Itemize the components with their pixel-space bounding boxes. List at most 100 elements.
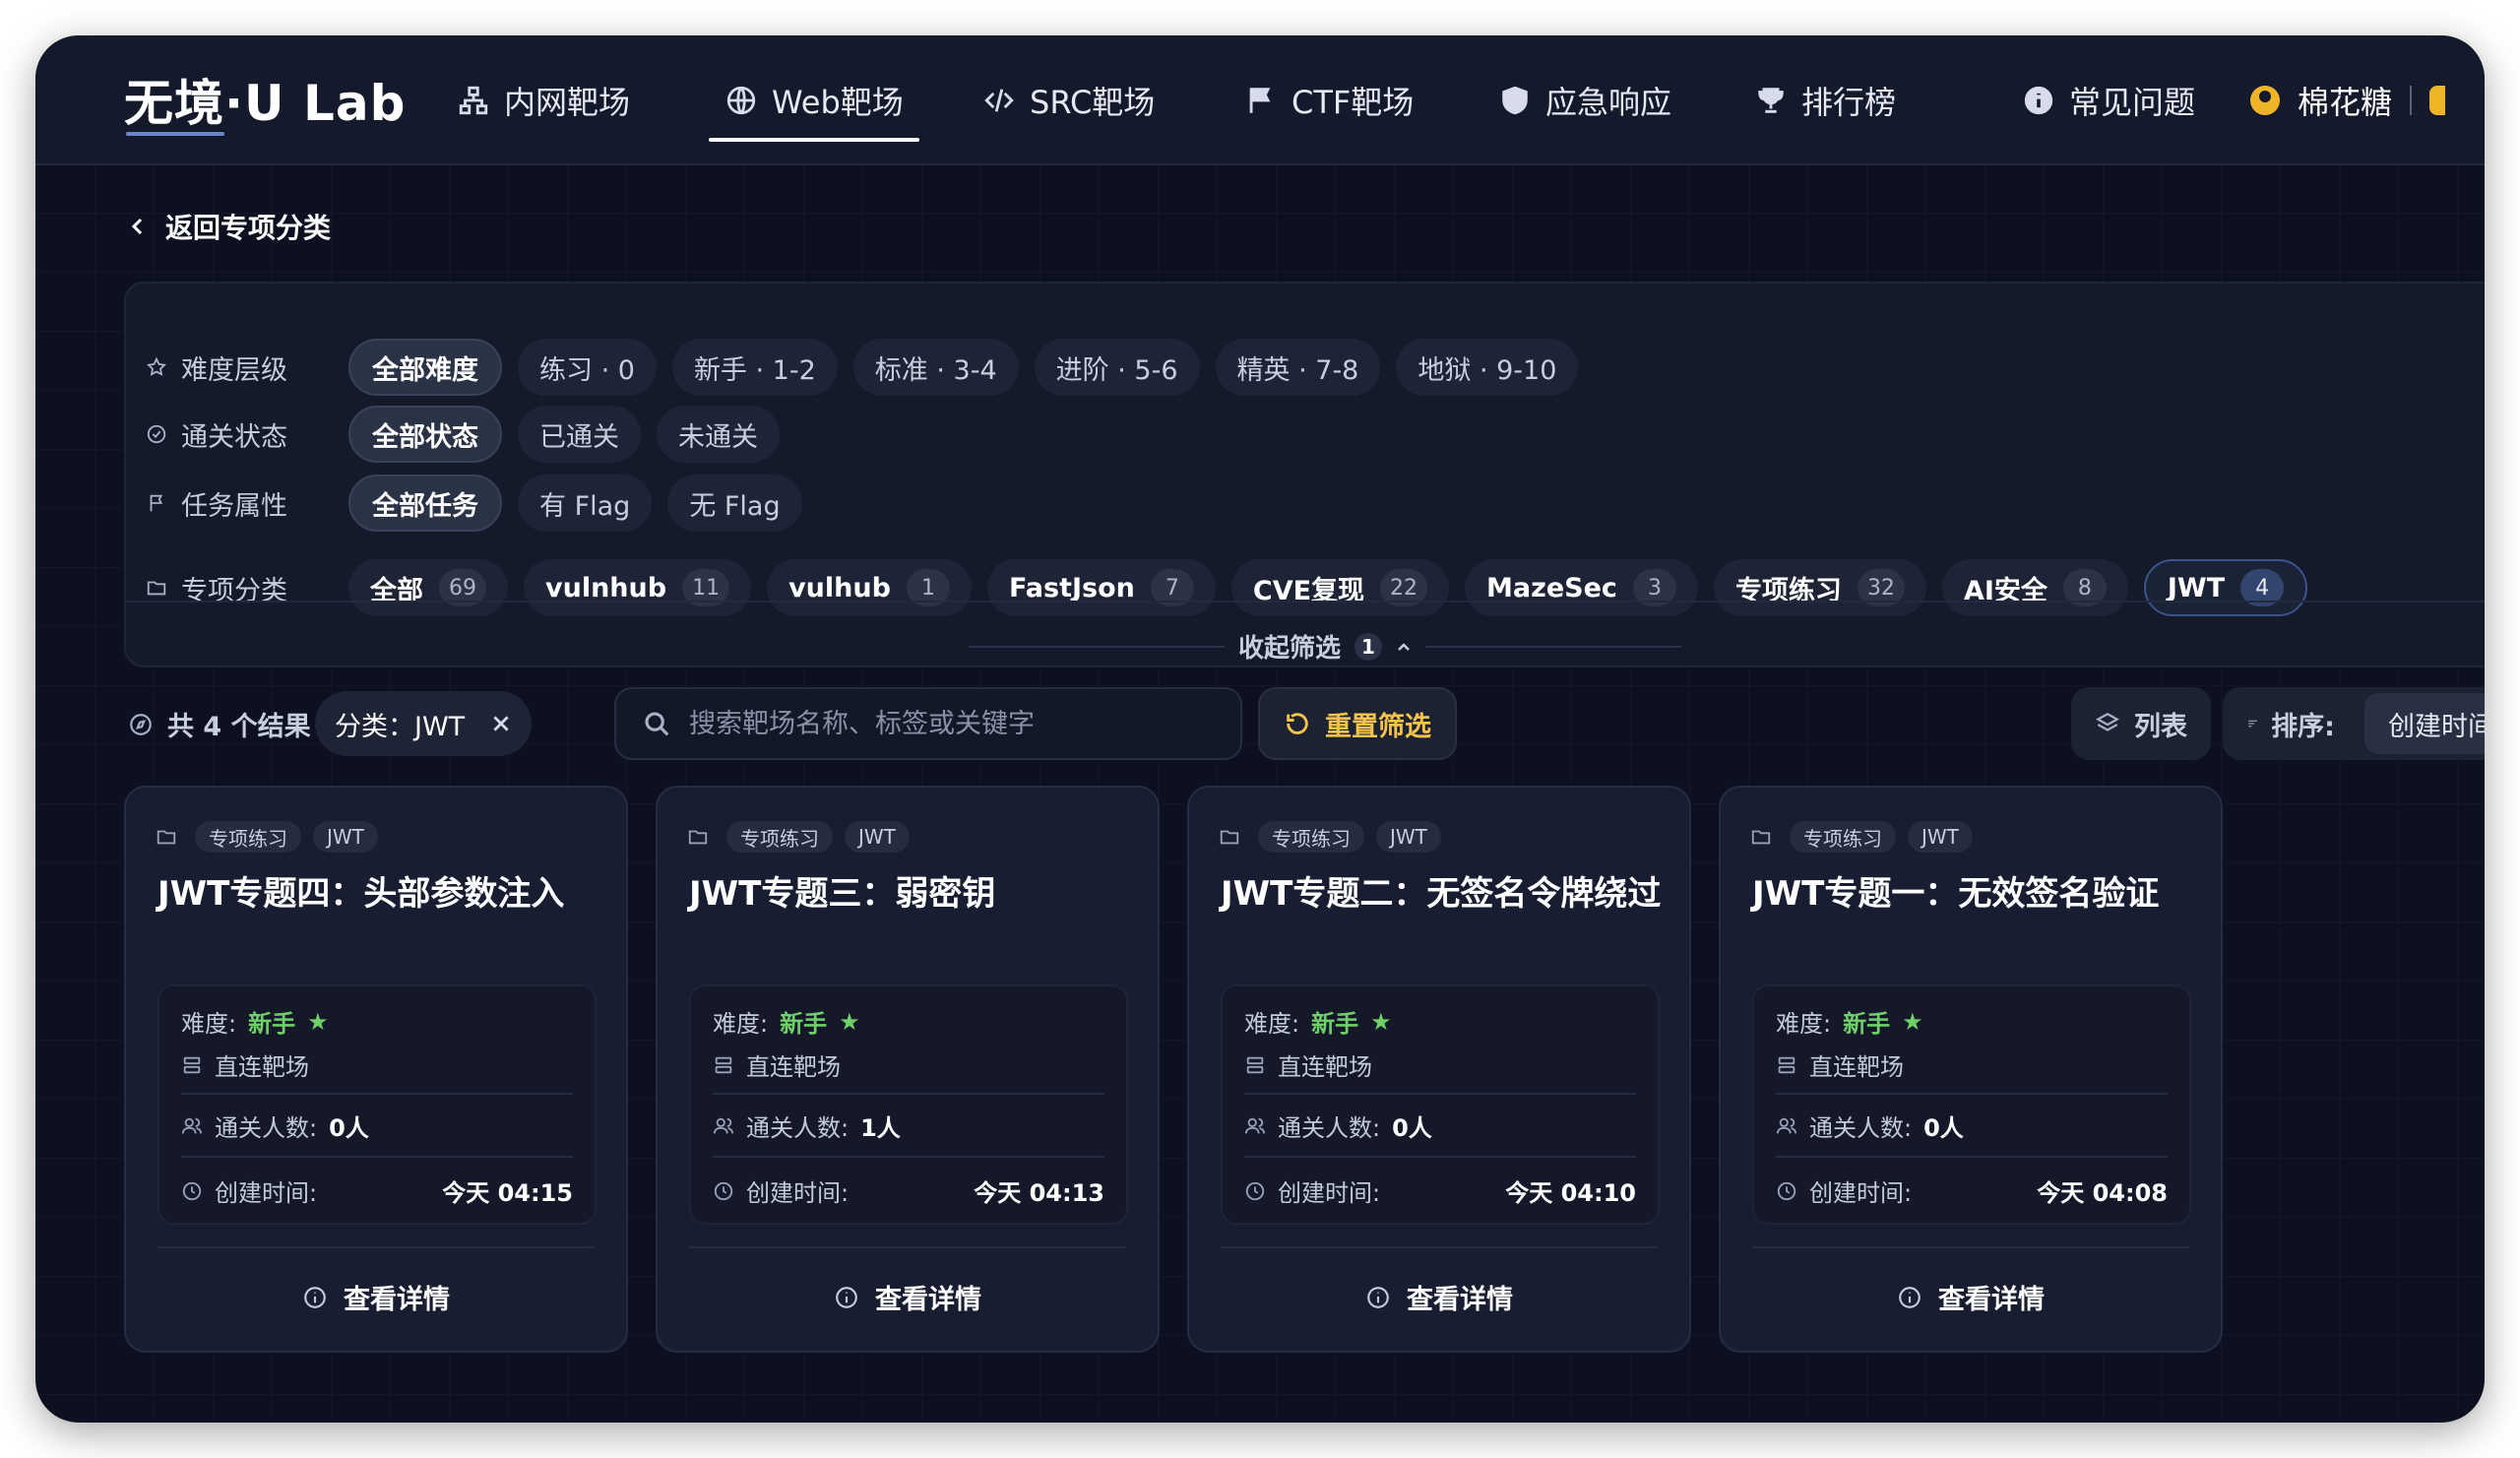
view-toggle-button[interactable]: 列表 xyxy=(2071,687,2211,760)
close-icon[interactable] xyxy=(490,713,512,734)
card-title[interactable]: JWT专题二：无签名令牌绕过 xyxy=(1221,866,1661,915)
sort-select[interactable]: 创建时间 xyxy=(2364,693,2485,754)
created-label: 创建时间: xyxy=(1278,1179,1381,1207)
divider xyxy=(689,1246,1126,1248)
server-icon xyxy=(1246,1056,1264,1073)
user-menu[interactable]: 棉花糖 xyxy=(2249,65,2445,136)
detail-label: 查看详情 xyxy=(344,1285,450,1315)
divider xyxy=(1221,1246,1658,1248)
difficulty-value: 新手 xyxy=(780,1010,828,1038)
solvers-row: 通关人数: 0人 xyxy=(1244,1109,1636,1143)
chip-status-passed[interactable]: 已通关 xyxy=(518,406,641,463)
chip-category-all[interactable]: 全部 69 xyxy=(348,559,508,616)
half-star-icon: ★ xyxy=(307,1007,329,1036)
filter-row-difficulty: 难度层级 全部难度 练习 · 0 新手 · 1-2 标准 · 3-4 进阶 · … xyxy=(146,339,1579,396)
globe-icon xyxy=(726,86,756,115)
chip-difficulty-novice[interactable]: 新手 · 1-2 xyxy=(671,339,838,396)
collapse-filters-button[interactable]: 收起筛选 1 xyxy=(126,628,2485,665)
reset-filters-button[interactable]: 重置筛选 xyxy=(1258,687,1457,760)
chip-category-vulnhub[interactable]: vulnhub 11 xyxy=(524,559,752,616)
search-input[interactable] xyxy=(689,708,1215,739)
nav-item-src[interactable]: SRC靶场 xyxy=(982,65,1155,136)
chip-category-special-practice[interactable]: 专项练习 32 xyxy=(1713,559,1926,616)
folder-icon xyxy=(147,581,166,596)
divider xyxy=(1425,645,1681,648)
view-details-button[interactable]: 查看详情 xyxy=(1189,1278,1689,1316)
flag-icon xyxy=(1249,88,1271,113)
chip-difficulty-advanced[interactable]: 进阶 · 5-6 xyxy=(1034,339,1200,396)
chip-difficulty-all[interactable]: 全部难度 xyxy=(348,339,502,396)
range-card[interactable]: 专项练习 JWT JWT专题四：头部参数注入 难度: 新手 ★ 直连靶场 通关人… xyxy=(124,786,628,1353)
chip-category-ai-security[interactable]: AI安全 8 xyxy=(1941,559,2128,616)
solvers-value: 1人 xyxy=(860,1114,901,1142)
created-row: 创建时间: 今天 04:10 xyxy=(1244,1173,1636,1208)
solvers-value: 0人 xyxy=(329,1114,369,1142)
nav-item-incident-response[interactable]: 应急响应 xyxy=(1498,65,1671,136)
card-tag: 专项练习 xyxy=(1790,821,1896,853)
sort-control: 排序: 创建时间 xyxy=(2223,687,2485,760)
nav-item-intranet[interactable]: 内网靶场 xyxy=(457,65,630,136)
view-details-button[interactable]: 查看详情 xyxy=(1721,1278,2221,1316)
solvers-row: 通关人数: 0人 xyxy=(1776,1109,2168,1143)
layers-icon xyxy=(2096,713,2119,731)
range-card[interactable]: 专项练习 JWT JWT专题二：无签名令牌绕过 难度: 新手 ★ 直连靶场 通关… xyxy=(1187,786,1691,1353)
chip-difficulty-elite[interactable]: 精英 · 7-8 xyxy=(1215,339,1381,396)
info-icon xyxy=(836,1286,857,1308)
chip-status-not-passed[interactable]: 未通关 xyxy=(657,406,780,463)
chevron-left-icon xyxy=(131,218,143,235)
solvers-row: 通关人数: 1人 xyxy=(713,1109,1104,1143)
sort-icon xyxy=(2248,720,2257,728)
card-title[interactable]: JWT专题四：头部参数注入 xyxy=(158,866,564,915)
difficulty-value: 新手 xyxy=(248,1010,296,1038)
chip-attribute-has-flag[interactable]: 有 Flag xyxy=(518,475,653,532)
chip-difficulty-standard[interactable]: 标准 · 3-4 xyxy=(852,339,1019,396)
detail-label: 查看详情 xyxy=(875,1285,981,1315)
network-icon xyxy=(459,86,488,115)
check-circle-icon xyxy=(147,424,166,444)
type-row: 直连靶场 xyxy=(1244,1047,1636,1082)
range-card[interactable]: 专项练习 JWT JWT专题三：弱密钥 难度: 新手 ★ 直连靶场 通关人数: … xyxy=(656,786,1160,1353)
filter-label: 通关状态 xyxy=(146,415,348,454)
card-title[interactable]: JWT专题三：弱密钥 xyxy=(689,866,995,915)
user-avatar-icon xyxy=(2249,86,2280,115)
view-details-button[interactable]: 查看详情 xyxy=(658,1278,1158,1316)
chip-label: JWT xyxy=(2167,572,2226,603)
difficulty-row: 难度: 新手 ★ xyxy=(1776,1004,2168,1039)
divider xyxy=(713,1093,1104,1095)
half-star-icon: ★ xyxy=(1902,1007,1923,1036)
chip-difficulty-practice[interactable]: 练习 · 0 xyxy=(518,339,657,396)
clock-icon xyxy=(1245,1181,1265,1200)
chip-category-cve[interactable]: CVE复现 22 xyxy=(1230,559,1450,616)
chevron-up-icon xyxy=(1398,642,1410,651)
nav-item-faq[interactable]: 常见问题 xyxy=(2022,65,2195,136)
chip-label: MazeSec xyxy=(1486,572,1617,603)
chip-attribute-all[interactable]: 全部任务 xyxy=(348,475,502,532)
chip-category-jwt[interactable]: JWT 4 xyxy=(2143,559,2308,616)
card-tags: 专项练习 JWT xyxy=(1750,821,1973,853)
chip-difficulty-hell[interactable]: 地狱 · 9-10 xyxy=(1396,339,1579,396)
chip-category-mazesec[interactable]: MazeSec 3 xyxy=(1465,559,1698,616)
range-card[interactable]: 专项练习 JWT JWT专题一：无效签名验证 难度: 新手 ★ 直连靶场 通关人… xyxy=(1719,786,2223,1353)
nav-item-ctf[interactable]: CTF靶场 xyxy=(1244,65,1414,136)
search-icon xyxy=(645,712,669,736)
nav-item-web[interactable]: Web靶场 xyxy=(709,65,919,142)
card-title[interactable]: JWT专题一：无效签名验证 xyxy=(1752,866,2159,915)
result-count: 共 4 个结果 xyxy=(128,705,311,743)
user-name: 棉花糖 xyxy=(2297,84,2392,121)
divider xyxy=(1776,1093,2168,1095)
filter-panel: 难度层级 全部难度 练习 · 0 新手 · 1-2 标准 · 3-4 进阶 · … xyxy=(124,282,2485,667)
chip-category-fastjson[interactable]: FastJson 7 xyxy=(986,559,1216,616)
chip-attribute-no-flag[interactable]: 无 Flag xyxy=(667,475,802,532)
collapse-label: 收起筛选 xyxy=(1237,634,1341,664)
difficulty-row: 难度: 新手 ★ xyxy=(713,1004,1104,1039)
solvers-label: 通关人数: xyxy=(1809,1114,1913,1142)
view-details-button[interactable]: 查看详情 xyxy=(126,1278,626,1316)
back-link[interactable]: 返回专项分类 xyxy=(128,207,331,246)
difficulty-row: 难度: 新手 ★ xyxy=(181,1004,573,1039)
chip-status-all[interactable]: 全部状态 xyxy=(348,406,502,463)
chip-category-vulhub[interactable]: vulhub 1 xyxy=(767,559,972,616)
nav-item-leaderboard[interactable]: 排行榜 xyxy=(1754,65,1896,136)
app-window: 无境·U Lab 内网靶场 Web靶场 SRC靶场 CTF靶场 应急响应 排行榜 xyxy=(35,35,2485,1423)
server-icon xyxy=(1778,1056,1796,1073)
card-tag: JWT xyxy=(1908,821,1973,853)
